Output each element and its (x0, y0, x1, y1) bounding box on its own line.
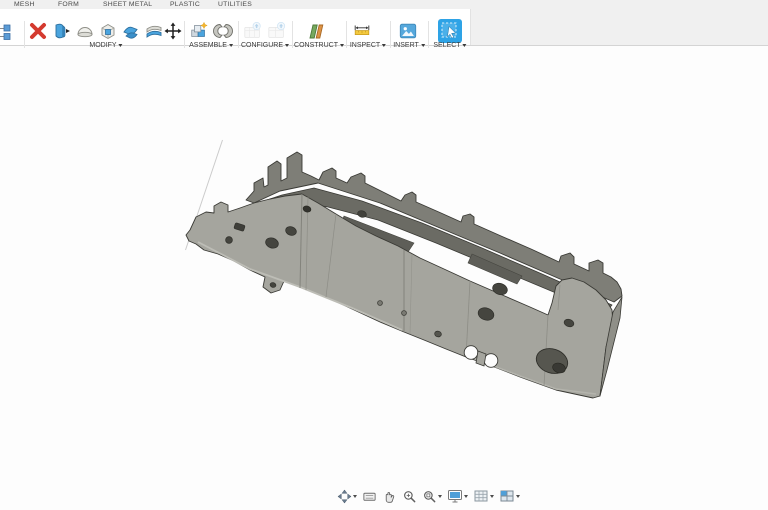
display-settings-icon[interactable] (446, 487, 469, 505)
construction-plane-icon[interactable] (305, 20, 325, 42)
tab-form[interactable]: FORM (58, 0, 79, 9)
tab-sheet-metal[interactable]: SHEET METAL (103, 0, 152, 9)
corner-cube-icon[interactable] (98, 20, 118, 42)
toolbar-separator (24, 21, 25, 48)
freeform-edit-icon[interactable] (121, 20, 141, 42)
select-icon[interactable] (438, 19, 462, 43)
hierarchy-icon[interactable] (0, 20, 14, 42)
viewports-icon[interactable] (498, 487, 521, 505)
toolbar-separator (238, 21, 239, 48)
toolbar-panel: MODIFY ASSEMBLE (0, 9, 471, 45)
construct-menu[interactable]: CONSTRUCT (294, 42, 344, 49)
insert-menu[interactable]: INSERT (393, 42, 425, 49)
press-pull-icon[interactable] (51, 20, 71, 42)
tab-plastic[interactable]: PLASTIC (170, 0, 200, 9)
chevron-down-icon (516, 495, 520, 498)
view-navigation-bar (336, 487, 521, 505)
tab-mesh[interactable]: MESH (14, 0, 35, 9)
assemble-menu[interactable]: ASSEMBLE (189, 42, 233, 49)
chevron-down-icon (464, 495, 468, 498)
fusion-app-window: MESH FORM SHEET METAL PLASTIC UTILITIES (0, 0, 768, 510)
toolbar-separator (428, 21, 429, 48)
joint-icon[interactable] (213, 20, 233, 42)
insert-image-icon[interactable] (398, 20, 418, 42)
configuration-insert-icon[interactable] (267, 20, 287, 42)
chevron-down-icon (229, 44, 233, 47)
chevron-down-icon (490, 495, 494, 498)
grid-and-snaps-icon[interactable] (472, 487, 495, 505)
toolbar-separator (184, 21, 185, 48)
toolbar-separator (390, 21, 391, 48)
delete-icon[interactable] (28, 20, 48, 42)
measure-icon[interactable] (352, 20, 372, 42)
look-at-icon[interactable] (361, 488, 378, 505)
configuration-table-icon[interactable] (243, 20, 263, 42)
orbit-icon[interactable] (336, 488, 358, 505)
toolbar-separator (292, 21, 293, 48)
tab-utilities[interactable]: UTILITIES (218, 0, 252, 9)
inspect-menu[interactable]: INSPECT (350, 42, 386, 49)
chevron-down-icon (438, 495, 442, 498)
chevron-down-icon (353, 495, 357, 498)
select-menu[interactable]: SELECT (433, 42, 466, 49)
chevron-down-icon (119, 44, 123, 47)
new-component-icon[interactable] (189, 20, 209, 42)
chevron-down-icon (382, 44, 386, 47)
pan-icon[interactable] (381, 488, 398, 505)
dome-icon[interactable] (75, 20, 95, 42)
modify-menu[interactable]: MODIFY (89, 42, 122, 49)
model-viewport[interactable] (0, 46, 768, 510)
thicken-icon[interactable] (144, 20, 164, 42)
zoom-icon[interactable] (401, 488, 418, 505)
chevron-down-icon (340, 44, 344, 47)
toolbar-ribbon: MESH FORM SHEET METAL PLASTIC UTILITIES (0, 0, 768, 46)
toolbar-separator (346, 21, 347, 48)
chevron-down-icon (463, 44, 467, 47)
sheet-metal-model[interactable] (0, 0, 768, 510)
configure-menu[interactable]: CONFIGURE (241, 42, 289, 49)
move-icon[interactable] (163, 20, 183, 42)
fit-icon[interactable] (421, 488, 443, 505)
chevron-down-icon (421, 44, 425, 47)
chevron-down-icon (285, 44, 289, 47)
